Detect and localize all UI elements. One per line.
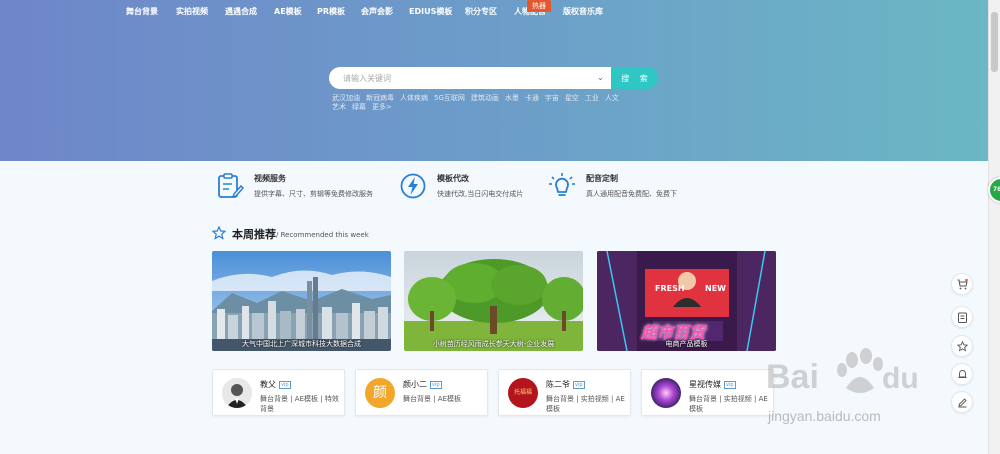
author-tags: 舞台背景 | AE模板 xyxy=(403,395,462,403)
weekly-title: 本周推荐 xyxy=(232,228,276,241)
hot-tag[interactable]: 武汉加油 xyxy=(332,94,360,102)
nav-item-points[interactable]: 积分专区 xyxy=(465,6,497,17)
search-button[interactable]: 搜 索 xyxy=(611,67,658,89)
author-name: 陈二爷 vip xyxy=(546,380,585,389)
service-title: 模板代改 xyxy=(437,174,469,183)
baidu-logo-watermark: Bai du xyxy=(766,348,919,396)
watermark: Bai du jingyan.baidu.com xyxy=(760,338,960,438)
hot-tag[interactable]: 工业 xyxy=(585,94,599,102)
lightning-icon xyxy=(400,173,426,199)
service-template-edit[interactable]: 模板代改 快速代改,当日闪电交付成片 xyxy=(399,170,549,204)
hot-tag[interactable]: 星空 xyxy=(565,94,579,102)
author-name: 颜小二 vip xyxy=(403,380,442,389)
scroll-thumb[interactable] xyxy=(991,12,998,72)
vip-badge: vip xyxy=(430,381,442,389)
recommend-card-city[interactable]: 大气中国北上广深城市科技大数据合成 xyxy=(212,251,391,351)
recommend-card-ecommerce[interactable]: FRESH NEW 超市百货 电商产品模板 xyxy=(597,251,776,351)
lightbulb-icon xyxy=(549,173,575,196)
service-voiceover[interactable]: 配音定制 真人通用配音免费配、免费下 xyxy=(548,170,698,204)
vip-badge: vip xyxy=(724,381,736,389)
avatar-image xyxy=(222,378,252,408)
nav-item-composite[interactable]: 遇遇合成 xyxy=(225,6,257,17)
author-card[interactable]: 托福福 陈二爷 vip 舞台背景 | 实拍视频 | AE模板 xyxy=(498,369,631,416)
hot-tags: 武汉加油 新冠病毒 人体疾病 5G互联网 建筑动画 水墨 卡通 宇宙 星空 工业 人文 艺术 绿幕 更多… xyxy=(332,94,657,112)
nav-item-vegas[interactable]: 会声会影 xyxy=(361,6,393,17)
avatar[interactable]: 颜 xyxy=(365,378,395,408)
sidebar-clipboard-button[interactable] xyxy=(951,306,973,328)
avatar[interactable]: 托福福 xyxy=(508,378,538,408)
nav-item-live-video[interactable]: 实拍视频 xyxy=(176,6,208,17)
author-card[interactable]: 颜 颜小二 vip 舞台背景 | AE模板 xyxy=(355,369,488,416)
service-desc: 提供字幕、尺寸、剪辑等免费修改服务 xyxy=(254,190,373,198)
hot-tag[interactable]: 5G互联网 xyxy=(434,94,465,102)
hot-tag[interactable]: 卡通 xyxy=(525,94,539,102)
scrollbar[interactable] xyxy=(988,0,1000,454)
nav-item-music-library[interactable]: 版权音乐库 xyxy=(563,6,603,17)
service-video[interactable]: 视频服务 提供字幕、尺寸、剪辑等免费修改服务 xyxy=(216,170,396,204)
nav-item-pr-template[interactable]: PR模板 xyxy=(317,6,345,17)
clipboard-icon xyxy=(958,312,967,323)
author-name: 星视传媒 vip xyxy=(689,380,736,389)
service-desc: 真人通用配音免费配、免费下 xyxy=(586,190,677,198)
card-caption: 电商产品模板 xyxy=(665,340,708,348)
hot-tag[interactable]: 新冠病毒 xyxy=(366,94,394,102)
card-overlay-new: NEW xyxy=(705,284,726,293)
card-caption: 小树苗历经风雨成长参天大树-企业发展 xyxy=(432,340,555,348)
nav-item-stage-bg[interactable]: 舞台背景 xyxy=(126,6,158,17)
author-tags: 舞台背景 | 实拍视频 | AE模板 xyxy=(546,395,625,413)
hot-tag[interactable]: 人文 xyxy=(605,94,619,102)
hero-banner: 舞台背景 实拍视频 遇遇合成 AE模板 PR模板 会声会影 EDIUS模板 积分… xyxy=(0,0,988,161)
author-card[interactable]: 教父 vip 舞台背景 | AE模板 | 特效背景 xyxy=(212,369,345,416)
svg-text:Bai: Bai xyxy=(766,358,819,396)
chevron-down-icon[interactable]: ⌄ xyxy=(597,73,604,82)
author-card[interactable]: 星视传媒 vip 舞台背景 | 实拍视频 | AE模板 xyxy=(641,369,774,416)
search-bar: ⌄ 搜 索 xyxy=(329,67,658,89)
hot-tag[interactable]: 宇宙 xyxy=(545,94,559,102)
hot-tag[interactable]: 人体疾病 xyxy=(400,94,428,102)
author-tags: 舞台背景 | AE模板 | 特效背景 xyxy=(260,395,339,413)
hot-tag[interactable]: 建筑动画 xyxy=(471,94,499,102)
vip-badge: vip xyxy=(279,381,291,389)
weekly-subtitle: / Recommended this week xyxy=(276,231,369,239)
star-icon xyxy=(212,226,226,240)
watermark-url: jingyan.baidu.com xyxy=(768,408,881,424)
avatar[interactable] xyxy=(222,378,252,408)
nav-item-edius[interactable]: EDIUS模板 xyxy=(409,6,452,17)
recommend-card-tree[interactable]: 小树苗历经风雨成长参天大树-企业发展 xyxy=(404,251,583,351)
nav-item-ae-template[interactable]: AE模板 xyxy=(274,6,302,17)
hot-tag[interactable]: 绿幕 xyxy=(352,103,366,111)
clipboard-pen-icon xyxy=(218,173,244,199)
service-title: 视频服务 xyxy=(254,174,286,183)
more-tags-link[interactable]: 更多> xyxy=(372,103,392,111)
svg-text:du: du xyxy=(882,362,919,395)
cart-icon xyxy=(957,279,968,290)
author-name: 教父 vip xyxy=(260,380,291,389)
card-caption: 大气中国北上广深城市科技大数据合成 xyxy=(242,340,361,348)
card-overlay-fresh: FRESH xyxy=(655,284,685,293)
search-input[interactable] xyxy=(329,67,611,89)
hot-tag[interactable]: 水墨 xyxy=(505,94,519,102)
service-desc: 快速代改,当日闪电交付成片 xyxy=(437,190,524,198)
card-thumbnail xyxy=(212,251,391,351)
hot-badge: 热器 xyxy=(527,0,551,12)
service-title: 配音定制 xyxy=(586,174,618,183)
hot-tag[interactable]: 艺术 xyxy=(332,103,346,111)
avatar[interactable] xyxy=(651,378,681,408)
floating-badge-text: 76 xyxy=(993,186,1000,193)
card-thumbnail xyxy=(404,251,583,351)
top-nav: 舞台背景 实拍视频 遇遇合成 AE模板 PR模板 会声会影 EDIUS模板 积分… xyxy=(0,0,988,20)
sidebar-cart-button[interactable] xyxy=(951,273,973,295)
avatar-image xyxy=(651,378,681,408)
vip-badge: vip xyxy=(573,381,585,389)
